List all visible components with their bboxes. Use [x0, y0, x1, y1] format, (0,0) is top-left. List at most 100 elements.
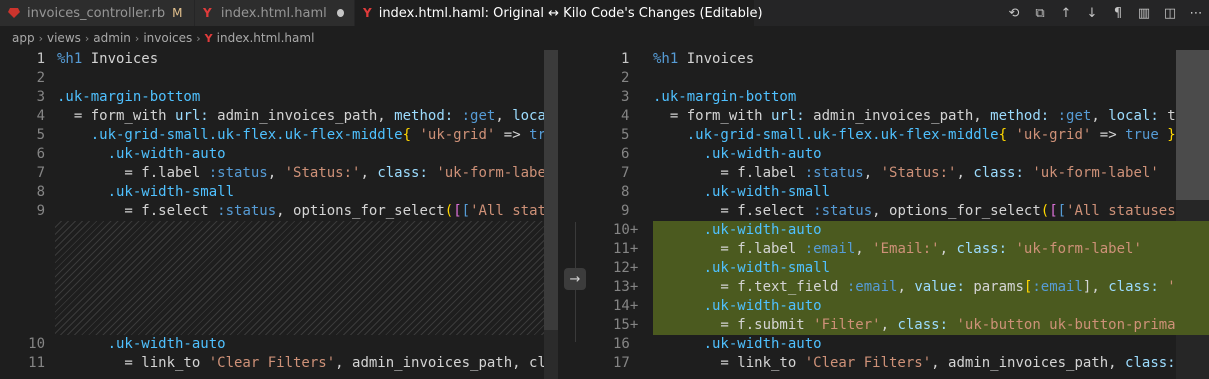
- tab-index-haml[interactable]: Y index.html.haml: [195, 0, 355, 26]
- line-number: 1: [36, 51, 45, 67]
- code-text: .uk-width-auto: [703, 222, 822, 238]
- line-number: 2: [621, 70, 630, 86]
- modified-editor[interactable]: 1 %h1 Invoices 2 3 .uk-margin-bottom 4 = form…: [593, 50, 1209, 379]
- line-number: 3: [36, 89, 45, 105]
- code-line[interactable]: 8 .uk-width-small: [0, 183, 560, 202]
- code-line[interactable]: 3 .uk-margin-bottom: [0, 88, 560, 107]
- code-line[interactable]: 10 .uk-width-auto: [0, 335, 560, 354]
- open-file-icon[interactable]: ⧉: [1027, 0, 1053, 26]
- original-scrollbar[interactable]: [544, 50, 558, 379]
- code-text: .uk-width-auto: [107, 336, 226, 352]
- code-line[interactable]: 8 .uk-width-small: [593, 183, 1209, 202]
- code-line[interactable]: 6 .uk-width-auto: [593, 145, 1209, 164]
- haml-file-icon: Y: [363, 6, 372, 20]
- line-number: 9: [36, 203, 45, 219]
- code-line[interactable]: 5 .uk-grid-small.uk-flex.uk-flex-middle{…: [593, 126, 1209, 145]
- original-editor[interactable]: 1 %h1 Invoices 2 3 .uk-margin-bottom 4 = form…: [0, 50, 560, 379]
- code-text: .uk-grid-small.uk-flex.uk-flex-middle{ '…: [686, 127, 1176, 143]
- code-line[interactable]: 10+ .uk-width-auto: [593, 221, 1209, 240]
- code-text: = f.select :status, options_for_select([…: [653, 203, 1192, 219]
- code-line[interactable]: 9 = f.select :status, options_for_select…: [593, 202, 1209, 221]
- code-line[interactable]: 6 .uk-width-auto: [0, 145, 560, 164]
- chevron-right-icon: ›: [84, 31, 90, 45]
- line-number: 6: [36, 146, 45, 162]
- scrollbar-thumb[interactable]: [1176, 50, 1209, 200]
- code-text: .uk-margin-bottom: [653, 89, 797, 105]
- scrollbar-thumb[interactable]: [544, 50, 558, 330]
- more-icon[interactable]: ⋯: [1183, 0, 1209, 26]
- breadcrumb-item[interactable]: admin: [93, 31, 131, 45]
- code-line[interactable]: 3 .uk-margin-bottom: [593, 88, 1209, 107]
- line-number: 5: [36, 127, 45, 143]
- haml-file-icon: Y: [204, 31, 213, 45]
- code-text: = form_with url: admin_invoices_path, me…: [653, 108, 1193, 124]
- line-number: 5: [621, 127, 630, 143]
- code-line[interactable]: 16 .uk-width-auto: [593, 335, 1209, 354]
- arrow-up-icon[interactable]: ↑: [1053, 0, 1079, 26]
- code-line[interactable]: 17 = link_to 'Clear Filters', admin_invo…: [593, 354, 1209, 373]
- editor-actions: ⟲ ⧉ ↑ ↓ ¶ ▥ ◫ ⋯: [1001, 0, 1209, 26]
- code-line[interactable]: 7 = f.label :status, 'Status:', class: '…: [0, 164, 560, 183]
- breadcrumb-item[interactable]: invoices: [143, 31, 192, 45]
- code-text: = link_to 'Clear Filters', admin_invoice…: [653, 355, 1192, 371]
- haml-file-icon: Y: [203, 6, 212, 20]
- code-line[interactable]: 1 %h1 Invoices: [593, 50, 1209, 69]
- code-text: = f.label :status, 'Status:', class: 'uk…: [57, 165, 560, 181]
- code-text: .uk-width-auto: [703, 298, 822, 314]
- modified-badge: M: [172, 6, 183, 20]
- code-text: .uk-width-small: [703, 184, 831, 200]
- breadcrumb-item[interactable]: index.html.haml: [217, 31, 315, 45]
- split-editor-icon[interactable]: ◫: [1157, 0, 1183, 26]
- line-number: 8: [36, 184, 45, 200]
- line-number: 3: [621, 89, 630, 105]
- code-text: .uk-width-auto: [107, 146, 226, 162]
- line-number: 13+: [613, 279, 639, 295]
- code-text: %h1 Invoices: [653, 51, 755, 67]
- modified-scrollbar[interactable]: [1176, 50, 1209, 379]
- map-icon[interactable]: ▥: [1131, 0, 1157, 26]
- code-line[interactable]: 11+ = f.label :email, 'Email:', class: '…: [593, 240, 1209, 259]
- code-text: %h1 Invoices: [57, 51, 159, 67]
- pilcrow-icon[interactable]: ¶: [1105, 0, 1131, 26]
- added-lines-overview-marker: [1176, 221, 1209, 335]
- chevron-right-icon: ›: [38, 31, 43, 45]
- code-text: .uk-margin-bottom: [57, 89, 201, 105]
- code-line[interactable]: 1 %h1 Invoices: [0, 50, 560, 69]
- tab-invoices-controller[interactable]: invoices_controller.rb M: [0, 0, 195, 26]
- code-text: .uk-width-small: [703, 260, 831, 276]
- revert-change-icon[interactable]: →: [564, 268, 586, 290]
- breadcrumb-item[interactable]: views: [47, 31, 81, 45]
- ruby-file-icon: [8, 7, 20, 19]
- line-number: 9: [621, 203, 630, 219]
- code-text: = f.submit 'Filter', class: 'uk-button u…: [653, 317, 1193, 333]
- code-line[interactable]: 13+ = f.text_field :email, value: params…: [593, 278, 1209, 297]
- arrow-down-icon[interactable]: ↓: [1079, 0, 1105, 26]
- tab-diff-view[interactable]: Y index.html.haml: Original ↔ Kilo Code'…: [355, 0, 763, 26]
- line-number: 17: [613, 355, 630, 371]
- code-line[interactable]: 2: [593, 69, 1209, 88]
- line-number: 4: [36, 108, 45, 124]
- code-line[interactable]: 14+ .uk-width-auto: [593, 297, 1209, 316]
- code-line[interactable]: 12+ .uk-width-small: [593, 259, 1209, 278]
- line-number: 8: [621, 184, 630, 200]
- code-line[interactable]: 11 = link_to 'Clear Filters', admin_invo…: [0, 354, 560, 373]
- line-number: 10: [28, 336, 45, 352]
- code-line[interactable]: 5 .uk-grid-small.uk-flex.uk-flex-middle{…: [0, 126, 560, 145]
- history-icon[interactable]: ⟲: [1001, 0, 1027, 26]
- breadcrumb: app › views › admin › invoices › Y index…: [0, 26, 1209, 50]
- tab-label: index.html.haml: Original ↔ Kilo Code's …: [378, 5, 763, 21]
- code-text: .uk-width-auto: [703, 146, 822, 162]
- diff-divider: [558, 50, 593, 379]
- line-number: 1: [621, 51, 630, 67]
- line-number: 4: [621, 108, 630, 124]
- code-line[interactable]: 15+ = f.submit 'Filter', class: 'uk-butt…: [593, 316, 1209, 335]
- tab-label: invoices_controller.rb: [27, 5, 166, 21]
- code-line[interactable]: 4 = form_with url: admin_invoices_path, …: [593, 107, 1209, 126]
- code-line[interactable]: 2: [0, 69, 560, 88]
- line-number: 10+: [613, 222, 639, 238]
- code-line[interactable]: 9 = f.select :status, options_for_select…: [0, 202, 560, 221]
- code-line[interactable]: 4 = form_with url: admin_invoices_path, …: [0, 107, 560, 126]
- breadcrumb-item[interactable]: app: [12, 31, 35, 45]
- code-line[interactable]: 7 = f.label :status, 'Status:', class: '…: [593, 164, 1209, 183]
- unsaved-dot-icon[interactable]: [336, 9, 344, 17]
